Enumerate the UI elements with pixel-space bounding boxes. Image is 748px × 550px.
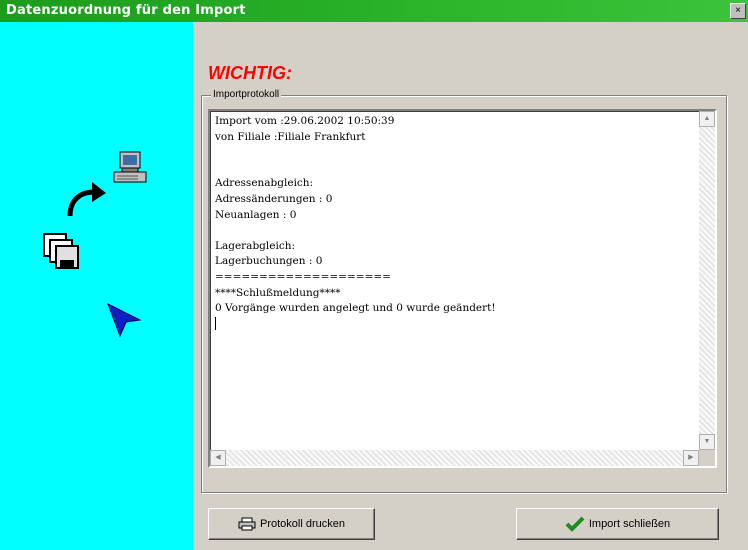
- protocol-text: Import vom :29.06.2002 10:50:39 von Fili…: [215, 114, 693, 444]
- close-icon[interactable]: ×: [730, 3, 746, 19]
- protocol-line: Adressenabgleich:: [215, 177, 314, 190]
- print-protocol-label: Protokoll drucken: [260, 518, 345, 530]
- horizontal-scrollbar[interactable]: ◀ ▶: [210, 450, 699, 466]
- floppy-disk-icon: [43, 233, 79, 269]
- protocol-line: ====================: [215, 270, 391, 283]
- scrollbar-corner: [699, 450, 715, 466]
- protocol-line: Import vom :29.06.2002 10:50:39: [215, 115, 395, 127]
- protocol-line: ****Schlußmeldung****: [215, 286, 341, 299]
- text-caret: [215, 317, 216, 331]
- pointer-arrow-icon: [107, 302, 142, 338]
- protocol-line: von Filiale :Filiale Frankfurt: [215, 130, 366, 143]
- close-import-button[interactable]: Import schließen: [516, 508, 719, 540]
- protocol-line: Neuanlagen : 0: [215, 208, 297, 221]
- print-protocol-button[interactable]: Protokoll drucken: [208, 508, 375, 540]
- printer-icon: [238, 517, 256, 531]
- computer-icon: [113, 151, 147, 183]
- warning-heading: WICHTIG:: [208, 63, 292, 83]
- checkmark-icon: [565, 516, 585, 532]
- title-bar: Datenzuordnung für den Import ×: [0, 0, 748, 22]
- scroll-down-icon[interactable]: ▼: [699, 434, 715, 450]
- vertical-scrollbar[interactable]: ▲ ▼: [699, 111, 715, 450]
- protocol-line: Lagerbuchungen : 0: [215, 255, 323, 268]
- scroll-left-icon[interactable]: ◀: [210, 450, 226, 466]
- curved-arrow-icon: [67, 182, 106, 217]
- protocol-group-label: Importprotokoll: [211, 89, 282, 100]
- protocol-line: 0 Vorgänge wurden angelegt und 0 wurde g…: [215, 302, 496, 315]
- side-panel: [0, 22, 193, 550]
- scroll-right-icon[interactable]: ▶: [683, 450, 699, 466]
- protocol-line: Adressänderungen : 0: [215, 192, 333, 205]
- close-import-label: Import schließen: [588, 518, 671, 530]
- main-panel: WICHTIG: Importprotokoll Import vom :29.…: [193, 22, 748, 550]
- protocol-line: Lagerabgleich:: [215, 239, 296, 252]
- window-title: Datenzuordnung für den Import: [6, 3, 246, 18]
- scroll-up-icon[interactable]: ▲: [699, 111, 715, 127]
- protocol-textarea[interactable]: Import vom :29.06.2002 10:50:39 von Fili…: [208, 109, 717, 468]
